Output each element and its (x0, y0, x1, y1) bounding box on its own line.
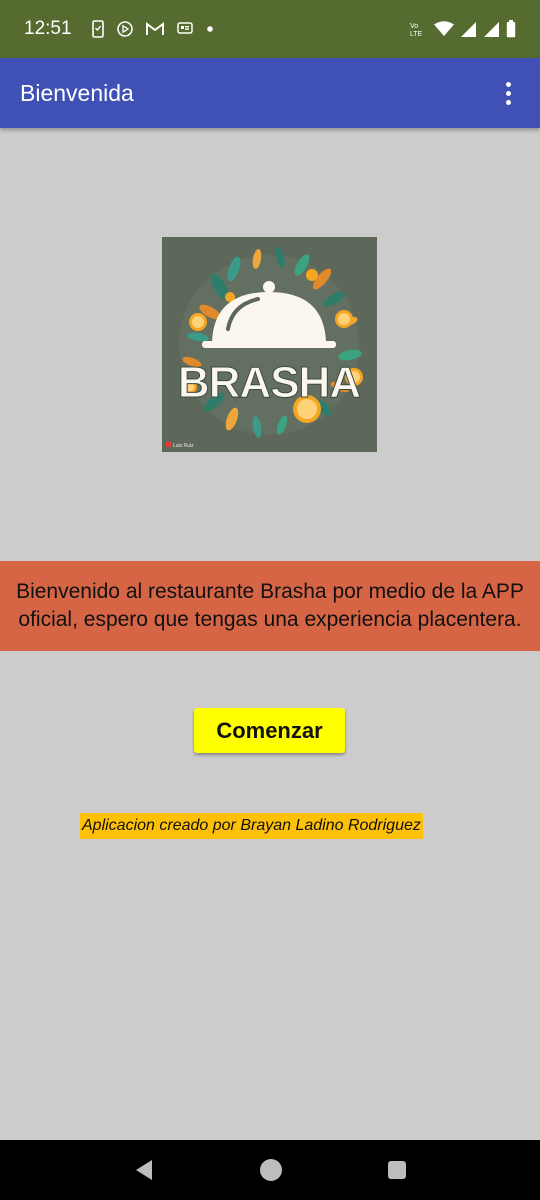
volte-label-lte: LTE (410, 31, 423, 38)
signal-icon (484, 21, 499, 37)
more-vert-icon[interactable] (496, 75, 520, 111)
author-credit: Aplicacion creado por Brayan Ladino Rodr… (80, 813, 423, 839)
brasha-logo: BRASHA Luis Ruiz (162, 237, 377, 452)
app-bar: Bienvenida (0, 58, 540, 128)
recents-icon[interactable] (386, 1159, 408, 1181)
system-nav-bar (0, 1140, 540, 1200)
start-button[interactable]: Comenzar (194, 708, 345, 753)
status-time: 12:51 (24, 18, 72, 39)
wifi-icon (434, 21, 454, 36)
dot-icon (206, 26, 213, 32)
gmail-icon (145, 22, 164, 35)
volte-label: Vo (410, 23, 418, 30)
system-icons: Vo LTE (410, 20, 516, 38)
phone-icon (91, 20, 104, 38)
welcome-message: Bienvenido al restaurante Brasha por med… (16, 580, 524, 631)
notification-icons (91, 20, 214, 38)
status-bar: 12:51 Vo LTE (0, 0, 540, 58)
app-bar-title: Bienvenida (20, 79, 134, 106)
play-icon (116, 21, 133, 37)
welcome-banner: Bienvenido al restaurante Brasha por med… (0, 561, 540, 651)
battery-icon (506, 20, 516, 38)
home-icon[interactable] (259, 1158, 283, 1182)
back-icon[interactable] (132, 1158, 156, 1182)
logo-text: BRASHA (178, 358, 360, 407)
watermark-text: Luis Ruiz (173, 443, 194, 449)
volte-icon: VoLTE (410, 23, 423, 38)
signal-icon (461, 21, 476, 37)
message-icon (176, 22, 193, 34)
